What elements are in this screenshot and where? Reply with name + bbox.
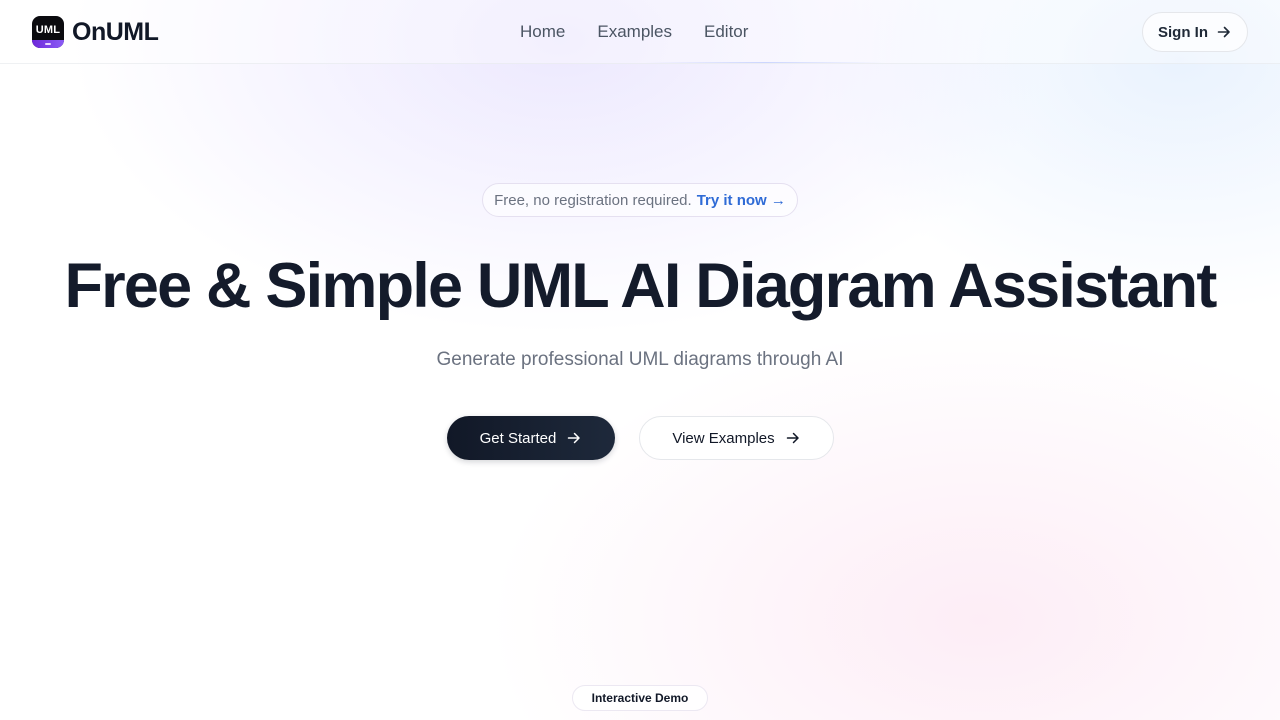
sign-in-label: Sign In xyxy=(1158,23,1208,41)
arrow-right-icon xyxy=(786,432,799,444)
logo-accent-strip xyxy=(32,40,64,48)
announcement-pill: Free, no registration required. Try it n… xyxy=(482,183,798,217)
hero-section: Free, no registration required. Try it n… xyxy=(0,0,1280,720)
nav-underline-glow xyxy=(645,62,885,63)
nav-item-home[interactable]: Home xyxy=(520,16,565,48)
view-examples-label: View Examples xyxy=(672,429,775,447)
logo-text: UML xyxy=(35,24,61,36)
try-it-now-link[interactable]: Try it now → xyxy=(697,192,786,209)
nav-item-examples[interactable]: Examples xyxy=(597,16,672,48)
get-started-button[interactable]: Get Started xyxy=(447,416,615,460)
view-examples-button[interactable]: View Examples xyxy=(639,416,834,460)
nav-item-editor[interactable]: Editor xyxy=(704,16,748,48)
sign-in-button[interactable]: Sign In xyxy=(1142,12,1248,52)
interactive-demo-badge: Interactive Demo xyxy=(572,685,708,711)
logo-icon: UML xyxy=(32,16,64,48)
get-started-label: Get Started xyxy=(479,429,557,447)
arrow-right-icon xyxy=(1217,26,1230,38)
arrow-right-icon xyxy=(568,432,581,444)
brand-name: OnUML xyxy=(72,17,159,46)
hero-title: Free & Simple UML AI Diagram Assistant xyxy=(64,251,1217,321)
pill-text: Free, no registration required. xyxy=(494,191,692,209)
main-nav: Home Examples Editor xyxy=(520,0,748,64)
top-navbar: UML OnUML Home Examples Editor Sign In xyxy=(0,0,1280,64)
hero-subtitle: Generate professional UML diagrams throu… xyxy=(436,349,844,370)
brand-link[interactable]: UML OnUML xyxy=(32,16,159,48)
